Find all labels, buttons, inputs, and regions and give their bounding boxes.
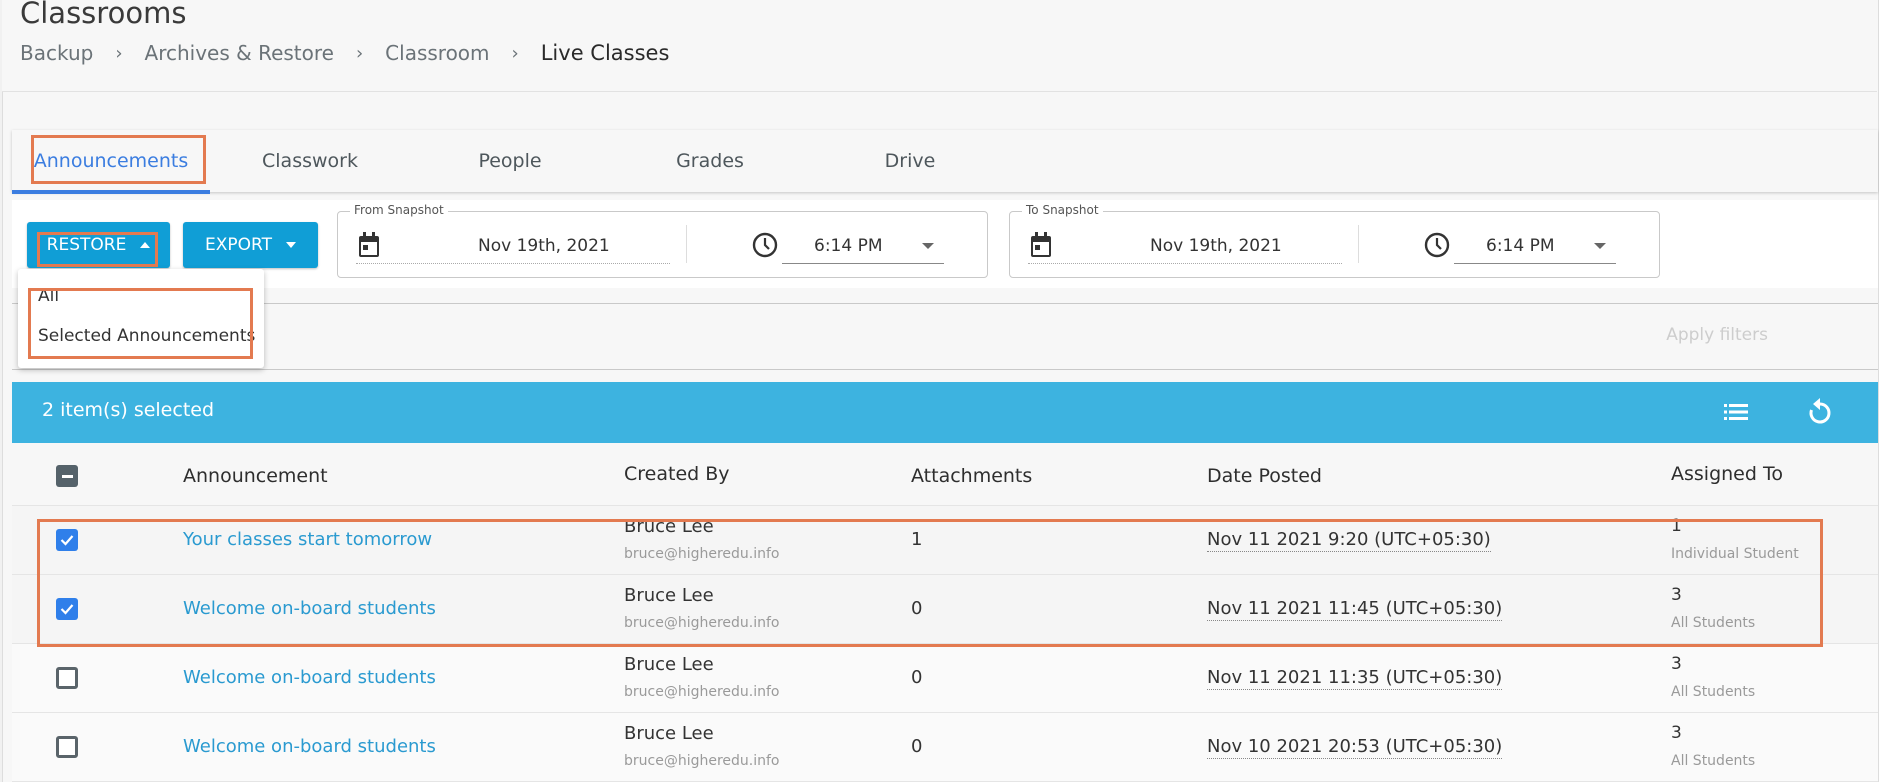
caret-down-icon [922,243,934,249]
restore-menu: All Selected Announcements [18,269,264,368]
row-checkbox[interactable] [56,736,78,758]
clock-icon [752,232,778,258]
breadcrumb-item-archives-restore[interactable]: Archives & Restore [145,41,334,65]
table-row[interactable]: Welcome on-board students Bruce Lee bruc… [12,713,1878,782]
assigned-count: 3 [1671,723,1682,743]
announcement-link[interactable]: Welcome on-board students [183,736,436,757]
date-posted: Nov 11 2021 11:45 (UTC+05:30) [1207,598,1503,621]
row-checkbox[interactable] [56,529,78,551]
to-snapshot-group: To Snapshot Nov 19th, 2021 6:14 PM [1009,203,1660,278]
breadcrumb-item-backup[interactable]: Backup [20,41,93,65]
breadcrumb-item-classroom[interactable]: Classroom [385,41,489,65]
selection-count: 2 item(s) selected [42,399,215,421]
caret-up-icon [140,242,151,248]
assigned-count: 3 [1671,654,1682,674]
from-snapshot-legend: From Snapshot [350,203,448,217]
assigned-to: All Students [1671,615,1756,631]
from-snapshot-group: From Snapshot Nov 19th, 2021 6:14 PM [337,203,988,278]
table-row[interactable]: Welcome on-board students Bruce Lee bruc… [12,575,1878,644]
restore-menu-item-selected[interactable]: Selected Announcements [38,326,255,346]
assigned-to: All Students [1671,684,1756,700]
chevron-right-icon: › [115,42,123,64]
calendar-icon [359,232,379,257]
restore-icon[interactable] [1808,397,1832,425]
minus-icon [61,474,73,478]
creator-name: Bruce Lee [624,654,714,675]
attachments-count: 0 [911,667,923,688]
list-icon[interactable] [1724,403,1748,421]
row-checkbox[interactable] [56,667,78,689]
from-time-select[interactable]: 6:14 PM [782,228,944,264]
page-title: Classrooms [20,0,187,30]
page-header: Classrooms Backup › Archives & Restore ›… [2,0,1877,92]
restore-button-label: RESTORE [46,235,127,255]
announcement-link[interactable]: Welcome on-board students [183,598,436,619]
caret-down-icon [1594,243,1606,249]
announcement-link[interactable]: Welcome on-board students [183,667,436,688]
tab-announcements[interactable]: Announcements [12,130,210,194]
assigned-to: All Students [1671,753,1756,769]
creator-email: bruce@higheredu.info [624,684,780,700]
export-button[interactable]: EXPORT [183,222,318,268]
tab-bar: Announcements Classwork People Grades Dr… [12,130,1878,194]
creator-name: Bruce Lee [624,723,714,744]
column-header-created-by[interactable]: Created By [624,463,730,485]
to-time-select[interactable]: 6:14 PM [1454,228,1616,264]
table-row[interactable]: Welcome on-board students Bruce Lee bruc… [12,644,1878,713]
announcement-link[interactable]: Your classes start tomorrow [183,529,432,550]
chevron-right-icon: › [355,42,364,64]
column-header-attachments[interactable]: Attachments [911,465,1032,487]
select-all-checkbox[interactable] [56,465,78,487]
assigned-count: 1 [1671,516,1682,536]
column-header-assigned-to[interactable]: Assigned To [1671,463,1783,485]
table-row[interactable]: Your classes start tomorrow Bruce Lee br… [12,506,1878,575]
creator-name: Bruce Lee [624,585,714,606]
attachments-count: 0 [911,598,923,619]
checkmark-icon [60,604,74,615]
creator-email: bruce@higheredu.info [624,615,780,631]
tab-classwork[interactable]: Classwork [210,130,410,192]
filter-bar: Apply filters [12,303,1878,370]
column-header-date-posted[interactable]: Date Posted [1207,465,1322,487]
date-posted: Nov 10 2021 20:53 (UTC+05:30) [1207,736,1503,759]
tab-drive[interactable]: Drive [810,130,1010,192]
to-time-value: 6:14 PM [1486,236,1555,256]
creator-email: bruce@higheredu.info [624,546,780,562]
caret-down-icon [285,242,296,248]
restore-menu-item-all[interactable]: All [38,286,59,306]
from-date-input[interactable]: Nov 19th, 2021 [356,228,670,264]
attachments-count: 1 [911,529,923,550]
table-header: Announcement Created By Attachments Date… [12,443,1878,506]
attachments-count: 0 [911,736,923,757]
date-posted: Nov 11 2021 11:35 (UTC+05:30) [1207,667,1503,690]
checkmark-icon [60,535,74,546]
assigned-count: 3 [1671,585,1682,605]
divider [686,225,687,263]
breadcrumb: Backup › Archives & Restore › Classroom … [20,41,669,65]
clock-icon [1424,232,1450,258]
restore-button[interactable]: RESTORE [27,222,170,268]
toolbar: RESTORE EXPORT From Snapshot Nov 19th, 2… [12,200,1878,288]
to-snapshot-legend: To Snapshot [1022,203,1103,217]
breadcrumb-item-current: Live Classes [540,41,670,65]
from-date-value: Nov 19th, 2021 [478,235,610,256]
from-time-value: 6:14 PM [814,236,883,256]
creator-name: Bruce Lee [624,516,714,537]
export-button-label: EXPORT [205,235,272,255]
to-date-input[interactable]: Nov 19th, 2021 [1028,228,1342,264]
assigned-to: Individual Student [1671,546,1799,562]
selection-bar: 2 item(s) selected [12,382,1878,443]
date-posted: Nov 11 2021 9:20 (UTC+05:30) [1207,529,1491,552]
to-date-value: Nov 19th, 2021 [1150,235,1282,256]
tab-grades[interactable]: Grades [610,130,810,192]
row-checkbox[interactable] [56,598,78,620]
calendar-icon [1031,232,1051,257]
divider [1358,225,1359,263]
column-header-announcement[interactable]: Announcement [183,465,328,487]
announcements-table: Announcement Created By Attachments Date… [12,443,1878,782]
chevron-right-icon: › [511,42,519,64]
tab-people[interactable]: People [410,130,610,192]
apply-filters-button[interactable]: Apply filters [1666,325,1768,345]
creator-email: bruce@higheredu.info [624,753,780,769]
